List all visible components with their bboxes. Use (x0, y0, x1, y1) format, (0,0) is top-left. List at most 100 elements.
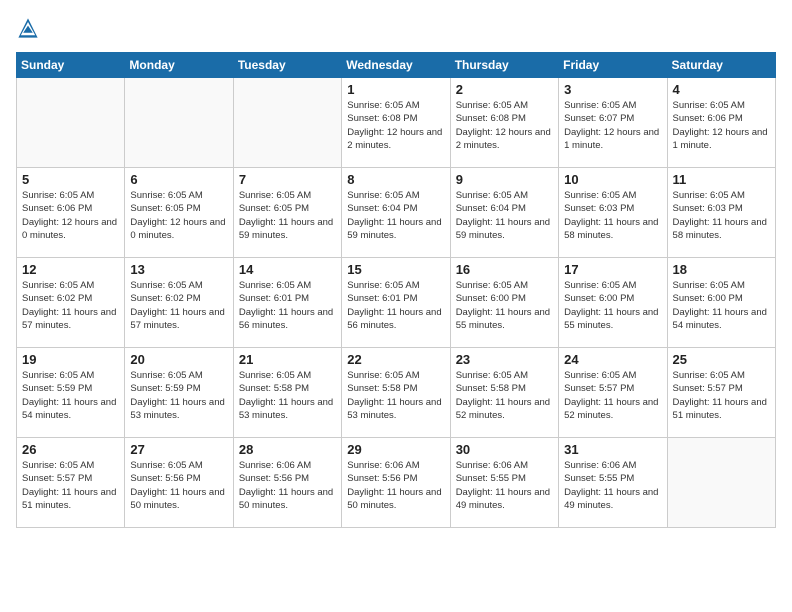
day-info: Sunrise: 6:05 AM Sunset: 6:07 PM Dayligh… (564, 99, 661, 152)
day-number: 14 (239, 262, 336, 277)
day-number: 7 (239, 172, 336, 187)
day-number: 17 (564, 262, 661, 277)
calendar-cell: 2 Sunrise: 6:05 AM Sunset: 6:08 PM Daylig… (450, 78, 558, 168)
day-info: Sunrise: 6:05 AM Sunset: 5:58 PM Dayligh… (456, 369, 553, 422)
logo (16, 16, 44, 40)
day-number: 29 (347, 442, 444, 457)
calendar-cell: 9 Sunrise: 6:05 AM Sunset: 6:04 PM Daylig… (450, 168, 558, 258)
day-header-sunday: Sunday (17, 53, 125, 78)
day-info: Sunrise: 6:05 AM Sunset: 6:08 PM Dayligh… (347, 99, 444, 152)
day-header-wednesday: Wednesday (342, 53, 450, 78)
day-info: Sunrise: 6:05 AM Sunset: 6:03 PM Dayligh… (564, 189, 661, 242)
day-info: Sunrise: 6:06 AM Sunset: 5:55 PM Dayligh… (456, 459, 553, 512)
day-number: 12 (22, 262, 119, 277)
day-number: 18 (673, 262, 770, 277)
day-number: 13 (130, 262, 227, 277)
day-info: Sunrise: 6:05 AM Sunset: 6:06 PM Dayligh… (22, 189, 119, 242)
calendar-cell: 7 Sunrise: 6:05 AM Sunset: 6:05 PM Daylig… (233, 168, 341, 258)
logo-icon (16, 16, 40, 40)
day-number: 21 (239, 352, 336, 367)
calendar-cell: 15 Sunrise: 6:05 AM Sunset: 6:01 PM Dayli… (342, 258, 450, 348)
calendar-cell: 12 Sunrise: 6:05 AM Sunset: 6:02 PM Dayli… (17, 258, 125, 348)
calendar-cell: 19 Sunrise: 6:05 AM Sunset: 5:59 PM Dayli… (17, 348, 125, 438)
day-number: 31 (564, 442, 661, 457)
day-info: Sunrise: 6:05 AM Sunset: 5:58 PM Dayligh… (347, 369, 444, 422)
calendar-cell: 8 Sunrise: 6:05 AM Sunset: 6:04 PM Daylig… (342, 168, 450, 258)
day-info: Sunrise: 6:05 AM Sunset: 6:04 PM Dayligh… (347, 189, 444, 242)
day-number: 26 (22, 442, 119, 457)
calendar-cell: 24 Sunrise: 6:05 AM Sunset: 5:57 PM Dayli… (559, 348, 667, 438)
day-info: Sunrise: 6:05 AM Sunset: 6:01 PM Dayligh… (347, 279, 444, 332)
day-info: Sunrise: 6:05 AM Sunset: 6:02 PM Dayligh… (22, 279, 119, 332)
day-number: 2 (456, 82, 553, 97)
calendar-cell: 17 Sunrise: 6:05 AM Sunset: 6:00 PM Dayli… (559, 258, 667, 348)
calendar-cell: 23 Sunrise: 6:05 AM Sunset: 5:58 PM Dayli… (450, 348, 558, 438)
day-number: 22 (347, 352, 444, 367)
day-number: 23 (456, 352, 553, 367)
day-number: 16 (456, 262, 553, 277)
calendar-cell: 22 Sunrise: 6:05 AM Sunset: 5:58 PM Dayli… (342, 348, 450, 438)
day-info: Sunrise: 6:05 AM Sunset: 6:00 PM Dayligh… (564, 279, 661, 332)
day-info: Sunrise: 6:05 AM Sunset: 6:00 PM Dayligh… (456, 279, 553, 332)
calendar-cell: 4Sunrise: 6:05 AM Sunset: 6:06 PM Daylig… (667, 78, 775, 168)
calendar-cell: 5 Sunrise: 6:05 AM Sunset: 6:06 PM Daylig… (17, 168, 125, 258)
day-number: 25 (673, 352, 770, 367)
day-info: Sunrise: 6:05 AM Sunset: 5:56 PM Dayligh… (130, 459, 227, 512)
calendar-header-row: SundayMondayTuesdayWednesdayThursdayFrid… (17, 53, 776, 78)
calendar-cell: 25Sunrise: 6:05 AM Sunset: 5:57 PM Dayli… (667, 348, 775, 438)
calendar: SundayMondayTuesdayWednesdayThursdayFrid… (16, 52, 776, 528)
day-number: 1 (347, 82, 444, 97)
calendar-cell: 20 Sunrise: 6:05 AM Sunset: 5:59 PM Dayli… (125, 348, 233, 438)
day-number: 15 (347, 262, 444, 277)
day-info: Sunrise: 6:05 AM Sunset: 6:02 PM Dayligh… (130, 279, 227, 332)
day-info: Sunrise: 6:05 AM Sunset: 6:08 PM Dayligh… (456, 99, 553, 152)
calendar-cell (125, 78, 233, 168)
calendar-cell: 11Sunrise: 6:05 AM Sunset: 6:03 PM Dayli… (667, 168, 775, 258)
day-number: 19 (22, 352, 119, 367)
week-row-0: 1 Sunrise: 6:05 AM Sunset: 6:08 PM Daylig… (17, 78, 776, 168)
day-info: Sunrise: 6:06 AM Sunset: 5:55 PM Dayligh… (564, 459, 661, 512)
calendar-cell: 6 Sunrise: 6:05 AM Sunset: 6:05 PM Daylig… (125, 168, 233, 258)
day-info: Sunrise: 6:05 AM Sunset: 6:04 PM Dayligh… (456, 189, 553, 242)
week-row-4: 26 Sunrise: 6:05 AM Sunset: 5:57 PM Dayli… (17, 438, 776, 528)
calendar-cell: 14Sunrise: 6:05 AM Sunset: 6:01 PM Dayli… (233, 258, 341, 348)
day-number: 3 (564, 82, 661, 97)
day-number: 6 (130, 172, 227, 187)
day-number: 8 (347, 172, 444, 187)
day-info: Sunrise: 6:05 AM Sunset: 6:00 PM Dayligh… (673, 279, 770, 332)
calendar-cell (233, 78, 341, 168)
day-number: 20 (130, 352, 227, 367)
calendar-cell: 1 Sunrise: 6:05 AM Sunset: 6:08 PM Daylig… (342, 78, 450, 168)
day-info: Sunrise: 6:05 AM Sunset: 5:57 PM Dayligh… (564, 369, 661, 422)
calendar-cell: 21 Sunrise: 6:05 AM Sunset: 5:58 PM Dayli… (233, 348, 341, 438)
calendar-cell: 16 Sunrise: 6:05 AM Sunset: 6:00 PM Dayli… (450, 258, 558, 348)
calendar-cell: 29 Sunrise: 6:06 AM Sunset: 5:56 PM Dayli… (342, 438, 450, 528)
calendar-cell (667, 438, 775, 528)
calendar-cell: 3 Sunrise: 6:05 AM Sunset: 6:07 PM Daylig… (559, 78, 667, 168)
day-info: Sunrise: 6:05 AM Sunset: 5:59 PM Dayligh… (22, 369, 119, 422)
day-number: 30 (456, 442, 553, 457)
page-header (16, 16, 776, 40)
day-number: 24 (564, 352, 661, 367)
calendar-cell: 10 Sunrise: 6:05 AM Sunset: 6:03 PM Dayli… (559, 168, 667, 258)
day-info: Sunrise: 6:05 AM Sunset: 5:58 PM Dayligh… (239, 369, 336, 422)
day-info: Sunrise: 6:05 AM Sunset: 5:59 PM Dayligh… (130, 369, 227, 422)
day-info: Sunrise: 6:05 AM Sunset: 6:06 PM Dayligh… (673, 99, 770, 152)
day-number: 5 (22, 172, 119, 187)
calendar-cell: 26 Sunrise: 6:05 AM Sunset: 5:57 PM Dayli… (17, 438, 125, 528)
day-info: Sunrise: 6:05 AM Sunset: 6:03 PM Dayligh… (673, 189, 770, 242)
calendar-cell: 31 Sunrise: 6:06 AM Sunset: 5:55 PM Dayli… (559, 438, 667, 528)
day-info: Sunrise: 6:06 AM Sunset: 5:56 PM Dayligh… (347, 459, 444, 512)
week-row-1: 5 Sunrise: 6:05 AM Sunset: 6:06 PM Daylig… (17, 168, 776, 258)
day-header-tuesday: Tuesday (233, 53, 341, 78)
calendar-cell: 27Sunrise: 6:05 AM Sunset: 5:56 PM Dayli… (125, 438, 233, 528)
day-number: 10 (564, 172, 661, 187)
day-number: 9 (456, 172, 553, 187)
calendar-cell (17, 78, 125, 168)
day-info: Sunrise: 6:05 AM Sunset: 5:57 PM Dayligh… (22, 459, 119, 512)
calendar-cell: 28Sunrise: 6:06 AM Sunset: 5:56 PM Dayli… (233, 438, 341, 528)
week-row-2: 12 Sunrise: 6:05 AM Sunset: 6:02 PM Dayli… (17, 258, 776, 348)
day-info: Sunrise: 6:05 AM Sunset: 6:05 PM Dayligh… (130, 189, 227, 242)
day-info: Sunrise: 6:05 AM Sunset: 6:05 PM Dayligh… (239, 189, 336, 242)
calendar-cell: 30 Sunrise: 6:06 AM Sunset: 5:55 PM Dayli… (450, 438, 558, 528)
